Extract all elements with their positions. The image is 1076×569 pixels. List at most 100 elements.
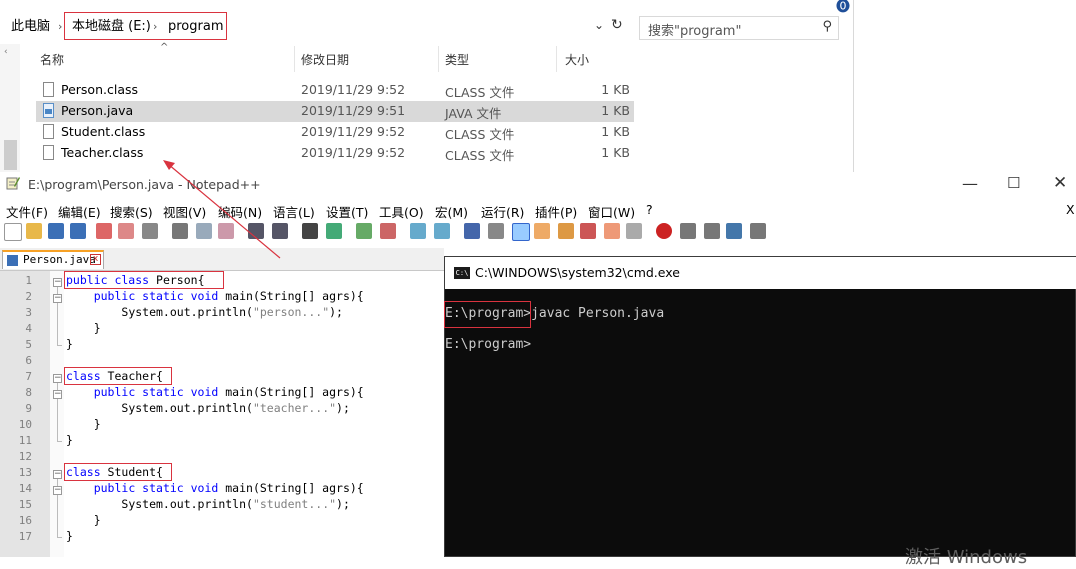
sync-horizontal-icon[interactable] bbox=[434, 223, 450, 239]
redo-icon[interactable] bbox=[272, 223, 288, 239]
search-input[interactable]: 搜索"program" ⚲ bbox=[639, 16, 839, 40]
breadcrumb-this-pc[interactable]: 此电脑 bbox=[11, 16, 50, 38]
column-type[interactable]: 类型 bbox=[445, 50, 469, 70]
play-macro-icon[interactable] bbox=[704, 223, 720, 239]
fold-toggle-icon[interactable]: − bbox=[53, 294, 62, 303]
open-file-icon[interactable] bbox=[26, 223, 42, 239]
code-line-3[interactable]: System.out.println("person..."); bbox=[66, 305, 343, 319]
menu-language[interactable]: 语言(L) bbox=[273, 202, 315, 221]
fold-toggle-icon[interactable]: − bbox=[53, 390, 62, 399]
cmd-title-bar[interactable]: C:\ C:\WINDOWS\system32\cmd.exe bbox=[445, 257, 1076, 289]
code-line-15[interactable]: System.out.println("student..."); bbox=[66, 497, 350, 511]
menu-run[interactable]: 运行(R) bbox=[481, 202, 524, 221]
menu-macro[interactable]: 宏(M) bbox=[435, 202, 468, 221]
minimize-button[interactable]: — bbox=[962, 174, 978, 193]
save-all-icon[interactable] bbox=[70, 223, 86, 239]
column-size[interactable]: 大小 bbox=[565, 50, 589, 70]
code-line-8[interactable]: public static void main(String[] agrs){ bbox=[66, 385, 364, 399]
menu-edit[interactable]: 编辑(E) bbox=[58, 202, 101, 221]
search-icon[interactable]: ⚲ bbox=[822, 19, 832, 34]
code-line-4[interactable]: } bbox=[66, 321, 101, 335]
code-line-17[interactable]: } bbox=[66, 529, 73, 543]
cmd-prompt: E:\program> bbox=[445, 337, 532, 352]
word-wrap-icon[interactable] bbox=[464, 223, 480, 239]
menu-view[interactable]: 视图(V) bbox=[163, 202, 206, 221]
file-date: 2019/11/29 9:52 bbox=[301, 82, 406, 97]
fold-toggle-icon[interactable]: − bbox=[53, 374, 62, 383]
close-button[interactable]: ✕ bbox=[1053, 173, 1067, 193]
monitoring-icon[interactable] bbox=[626, 223, 642, 239]
zoom-out-icon[interactable] bbox=[380, 223, 396, 239]
file-row-person-java[interactable]: Person.java 2019/11/29 9:51 JAVA 文件 1 KB bbox=[36, 101, 634, 122]
code-line-5[interactable]: } bbox=[66, 337, 73, 351]
file-size: 1 KB bbox=[601, 145, 630, 160]
code-line-16[interactable]: } bbox=[66, 513, 101, 527]
folder-workspace-icon[interactable] bbox=[604, 223, 620, 239]
close-all-icon[interactable] bbox=[118, 223, 134, 239]
file-row-person-class[interactable]: Person.class 2019/11/29 9:52 CLASS 文件 1 … bbox=[36, 80, 634, 101]
scroll-up-icon[interactable]: ‹ bbox=[4, 47, 8, 57]
indent-guide-icon[interactable] bbox=[512, 223, 530, 241]
menu-window[interactable]: 窗口(W) bbox=[588, 202, 635, 221]
fold-toggle-icon[interactable]: − bbox=[53, 470, 62, 479]
file-row-student-class[interactable]: Student.class 2019/11/29 9:52 CLASS 文件 1… bbox=[36, 122, 634, 143]
breadcrumb-drive[interactable]: 本地磁盘 (E:) bbox=[72, 16, 151, 38]
language-icon[interactable] bbox=[534, 223, 550, 239]
maximize-button[interactable]: ☐ bbox=[1007, 174, 1020, 192]
save-icon[interactable] bbox=[48, 223, 64, 239]
menu-help[interactable]: ? bbox=[646, 202, 653, 217]
refresh-icon[interactable]: ↻ bbox=[611, 17, 623, 33]
code-line-9[interactable]: System.out.println("teacher..."); bbox=[66, 401, 350, 415]
line-number: 5 bbox=[25, 338, 32, 351]
menu-plugins[interactable]: 插件(P) bbox=[535, 202, 577, 221]
code-line-10[interactable]: } bbox=[66, 417, 101, 431]
print-icon[interactable] bbox=[142, 223, 158, 239]
column-divider[interactable] bbox=[556, 46, 557, 72]
menu-search[interactable]: 搜索(S) bbox=[110, 202, 153, 221]
sync-vertical-icon[interactable] bbox=[410, 223, 426, 239]
find-icon[interactable] bbox=[302, 223, 318, 239]
replace-icon[interactable] bbox=[326, 223, 342, 239]
function-list-icon[interactable] bbox=[580, 223, 596, 239]
command-prompt-window[interactable]: C:\ C:\WINDOWS\system32\cmd.exe E:\progr… bbox=[444, 256, 1076, 557]
doc-map-icon[interactable] bbox=[558, 223, 574, 239]
menu-file[interactable]: 文件(F) bbox=[6, 202, 48, 221]
stop-macro-icon[interactable] bbox=[680, 223, 696, 239]
scrollbar-thumb[interactable] bbox=[4, 140, 17, 170]
column-date[interactable]: 修改日期 bbox=[301, 50, 349, 70]
breadcrumb-separator[interactable]: › bbox=[153, 16, 157, 38]
column-name[interactable]: 名称 bbox=[40, 50, 64, 70]
run-macro-multiple-icon[interactable] bbox=[726, 223, 742, 239]
chevron-down-icon[interactable]: ⌄ bbox=[594, 18, 604, 32]
file-row-teacher-class[interactable]: Teacher.class 2019/11/29 9:52 CLASS 文件 1… bbox=[36, 143, 634, 164]
code-line-14[interactable]: public static void main(String[] agrs){ bbox=[66, 481, 364, 495]
tab-person-java[interactable]: Person.java x bbox=[2, 250, 104, 269]
menu-close-doc[interactable]: X bbox=[1066, 202, 1075, 217]
menu-settings[interactable]: 设置(T) bbox=[326, 202, 368, 221]
close-file-icon[interactable] bbox=[96, 223, 112, 239]
breadcrumb-separator[interactable]: › bbox=[58, 16, 62, 38]
code-line-11[interactable]: } bbox=[66, 433, 73, 447]
column-divider[interactable] bbox=[294, 46, 295, 72]
fold-toggle-icon[interactable]: − bbox=[53, 278, 62, 287]
show-all-chars-icon[interactable] bbox=[488, 223, 504, 239]
cut-icon[interactable] bbox=[172, 223, 188, 239]
zoom-in-icon[interactable] bbox=[356, 223, 372, 239]
line-number: 12 bbox=[18, 450, 32, 463]
breadcrumb-program[interactable]: program bbox=[168, 16, 224, 38]
menu-tools[interactable]: 工具(O) bbox=[379, 202, 424, 221]
title-bar[interactable]: E:\program\Person.java - Notepad++ — ☐ ✕ bbox=[0, 172, 1076, 198]
save-macro-icon[interactable] bbox=[750, 223, 766, 239]
menu-encoding[interactable]: 编码(N) bbox=[218, 202, 262, 221]
address-bar[interactable]: 此电脑 › 本地磁盘 (E:) › program ⌄ ↻ 搜索"program… bbox=[0, 12, 853, 44]
close-tab-icon[interactable]: x bbox=[90, 254, 101, 265]
paste-icon[interactable] bbox=[218, 223, 234, 239]
column-divider[interactable] bbox=[438, 46, 439, 72]
record-macro-icon[interactable] bbox=[656, 223, 672, 239]
code-line-2[interactable]: public static void main(String[] agrs){ bbox=[66, 289, 364, 303]
brace: } bbox=[66, 433, 73, 447]
new-file-icon[interactable] bbox=[4, 223, 22, 241]
undo-icon[interactable] bbox=[248, 223, 264, 239]
copy-icon[interactable] bbox=[196, 223, 212, 239]
fold-toggle-icon[interactable]: − bbox=[53, 486, 62, 495]
